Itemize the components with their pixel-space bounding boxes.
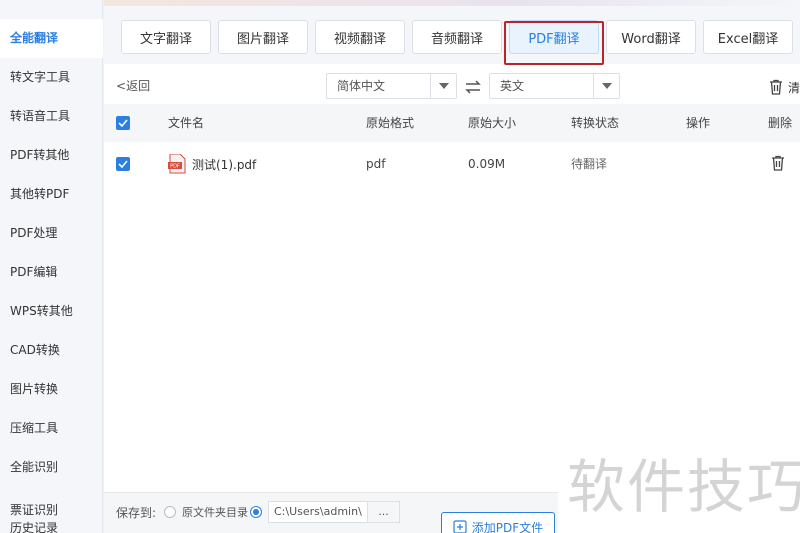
trash-icon[interactable] xyxy=(770,155,786,171)
target-language-select[interactable]: 英文 xyxy=(489,73,620,99)
back-link[interactable]: <返回 xyxy=(116,77,150,94)
tab-excel-translate[interactable]: Excel翻译 xyxy=(703,20,793,54)
sidebar-item-image-convert[interactable]: 图片转换 xyxy=(0,370,103,409)
pdf-file-icon: PDF xyxy=(168,154,186,174)
sidebar: 全能翻译 转文字工具 转语音工具 PDF转其他 其他转PDF PDF处理 PDF… xyxy=(0,0,103,533)
sidebar-item-pdf-edit[interactable]: PDF编辑 xyxy=(0,253,103,292)
sidebar-item-to-text[interactable]: 转文字工具 xyxy=(0,58,103,97)
caret-down-icon xyxy=(593,74,619,98)
tab-highlight-box xyxy=(504,21,604,65)
svg-text:PDF: PDF xyxy=(170,164,180,170)
browse-button[interactable]: ... xyxy=(368,501,400,523)
column-header-status: 转换状态 xyxy=(571,116,620,130)
sidebar-item-pdf-to-other[interactable]: PDF转其他 xyxy=(0,136,103,175)
source-language-value: 简体中文 xyxy=(337,79,386,93)
sidebar-item-to-speech[interactable]: 转语音工具 xyxy=(0,97,103,136)
tab-bar: 文字翻译 图片翻译 视频翻译 音频翻译 PDF翻译 Word翻译 Excel翻译 xyxy=(104,6,800,65)
radio-custom-folder[interactable] xyxy=(250,506,262,518)
table-header: 文件名 原始格式 原始大小 转换状态 操作 删除 xyxy=(104,104,800,142)
tab-text-translate[interactable]: 文字翻译 xyxy=(121,20,211,54)
caret-down-icon xyxy=(430,74,456,98)
watermark-text: 软件技巧 xyxy=(567,453,800,521)
table-row[interactable]: PDF 测试(1).pdf pdf 0.09M 待翻译 xyxy=(104,143,800,185)
check-icon xyxy=(118,160,128,168)
sidebar-item-other-to-pdf[interactable]: 其他转PDF xyxy=(0,175,103,214)
sidebar-item-cad-convert[interactable]: CAD转换 xyxy=(0,331,103,370)
tab-video-translate[interactable]: 视频翻译 xyxy=(315,20,405,54)
select-all-checkbox[interactable] xyxy=(116,116,130,130)
sidebar-item-ocr[interactable]: 全能识别 xyxy=(0,448,103,487)
tab-image-translate[interactable]: 图片翻译 xyxy=(218,20,308,54)
target-language-value: 英文 xyxy=(500,79,525,93)
file-size: 0.09M xyxy=(468,157,506,171)
radio-original-folder[interactable] xyxy=(164,506,176,518)
chevron-left-icon: < xyxy=(116,79,127,93)
file-format: pdf xyxy=(366,157,386,171)
row-checkbox[interactable] xyxy=(116,157,130,171)
column-header-filename: 文件名 xyxy=(168,116,205,130)
sidebar-item-wps-to-other[interactable]: WPS转其他 xyxy=(0,292,103,331)
clear-list-button[interactable]: 清 xyxy=(768,78,800,96)
check-icon xyxy=(118,119,128,127)
file-name-cell: PDF 测试(1).pdf xyxy=(168,154,256,174)
sidebar-item-compress[interactable]: 压缩工具 xyxy=(0,409,103,448)
add-file-icon xyxy=(453,520,467,533)
tab-audio-translate[interactable]: 音频翻译 xyxy=(412,20,502,54)
column-header-size: 原始大小 xyxy=(468,116,517,130)
add-pdf-file-label: 添加PDF文件 xyxy=(471,520,544,533)
save-to-label: 保存到: xyxy=(116,506,157,520)
trash-icon xyxy=(770,79,782,95)
save-path-input[interactable]: C:\Users\admin\ xyxy=(268,501,368,523)
clear-label: 清 xyxy=(788,80,800,95)
source-language-select[interactable]: 简体中文 xyxy=(326,73,457,99)
sidebar-item-all-translate[interactable]: 全能翻译 xyxy=(0,19,103,58)
tab-word-translate[interactable]: Word翻译 xyxy=(606,20,696,54)
file-name: 测试(1).pdf xyxy=(192,157,257,172)
column-header-delete: 删除 xyxy=(768,116,793,130)
radio-original-folder-label: 原文件夹目录 xyxy=(182,506,248,519)
column-header-format: 原始格式 xyxy=(366,116,415,130)
column-header-action: 操作 xyxy=(686,116,711,130)
file-status: 待翻译 xyxy=(571,157,608,171)
sidebar-item-pdf-process[interactable]: PDF处理 xyxy=(0,214,103,253)
back-label: 返回 xyxy=(126,79,151,93)
sidebar-item-history[interactable]: 历史记录 xyxy=(0,518,103,533)
swap-languages-icon[interactable] xyxy=(464,78,482,96)
add-pdf-file-button[interactable]: 添加PDF文件 xyxy=(441,512,555,533)
